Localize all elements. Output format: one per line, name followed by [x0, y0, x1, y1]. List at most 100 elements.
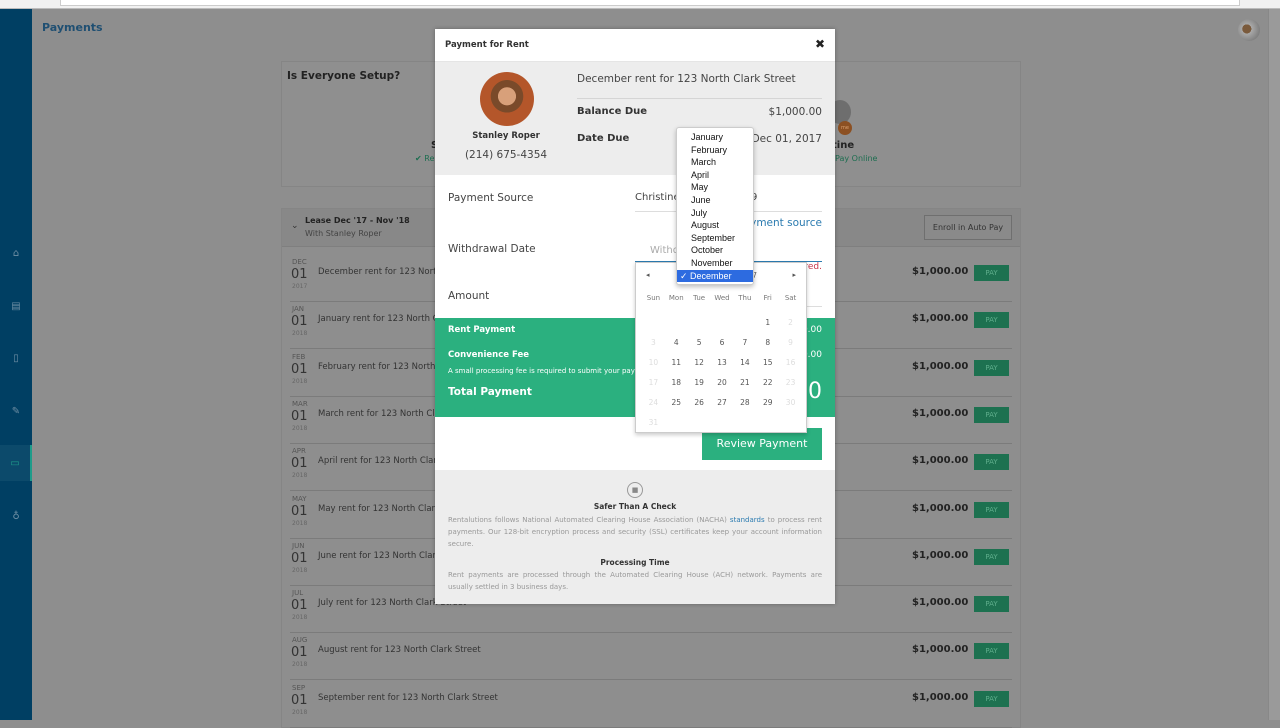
calendar-day[interactable]: 4 — [665, 333, 688, 353]
pay-button[interactable]: PAY — [974, 312, 1009, 329]
day-label: 01 — [291, 503, 308, 519]
calendar-day[interactable]: 20 — [711, 373, 734, 393]
calendar-day[interactable]: 8 — [756, 333, 779, 353]
weekday-header: Fri — [763, 294, 772, 302]
calendar-day[interactable]: 14 — [733, 353, 756, 373]
month-option[interactable]: March — [677, 156, 753, 169]
calendar-day[interactable]: 1 — [756, 313, 779, 333]
landlord-name: Stanley Roper — [472, 131, 540, 141]
month-option-label: March — [691, 157, 717, 168]
payment-row: SEP 01 2018 September rent for 123 North Cl… — [290, 681, 1012, 728]
row-amount: $1,000.00 — [912, 407, 969, 419]
month-option-label: June — [691, 194, 711, 205]
sidebar-item-edit[interactable]: ✎ — [0, 393, 32, 429]
pay-button[interactable]: PAY — [974, 501, 1009, 518]
sidebar-item-payments[interactable]: ▭ — [0, 445, 32, 481]
month-option[interactable]: ✓ December — [677, 269, 753, 283]
calendar-day[interactable]: 25 — [665, 393, 688, 413]
pay-button[interactable]: PAY — [974, 643, 1009, 660]
pay-button[interactable]: PAY — [974, 406, 1009, 423]
calendar-day[interactable]: 6 — [711, 333, 734, 353]
calendar-day[interactable]: 15 — [756, 353, 779, 373]
prev-month-icon[interactable]: ◂ — [646, 271, 650, 279]
row-amount: $1,000.00 — [912, 549, 969, 561]
calendar-day[interactable]: 21 — [733, 373, 756, 393]
pay-button[interactable]: PAY — [974, 454, 1009, 471]
pay-button[interactable]: PAY — [974, 596, 1009, 613]
scrollbar[interactable] — [1268, 9, 1280, 720]
date-due-value: Dec 01, 2017 — [751, 133, 822, 145]
calendar-day[interactable]: 26 — [688, 393, 711, 413]
me-badge: me — [838, 121, 852, 135]
tenant-status: Pay Online — [835, 154, 878, 163]
calendar-day[interactable]: 12 — [688, 353, 711, 373]
document-icon: ▯ — [13, 352, 19, 364]
check-icon: ✓ — [680, 270, 691, 281]
safer-title: Safer Than A Check — [593, 502, 677, 511]
empty-day — [642, 313, 665, 333]
sidebar-item-documents[interactable]: ▯ — [0, 340, 32, 376]
address-bar[interactable] — [60, 0, 1240, 6]
sidebar-item-properties[interactable]: ▤ — [0, 288, 32, 324]
calendar-day: 24 — [648, 398, 659, 407]
calendar-day[interactable]: 7 — [733, 333, 756, 353]
standards-link[interactable]: standards — [730, 516, 765, 524]
empty-day — [688, 313, 711, 333]
month-option[interactable]: April — [677, 169, 753, 182]
payment-info: Stanley Roper (214) 675-4354 December re… — [435, 62, 835, 175]
pay-button[interactable]: PAY — [974, 690, 1009, 707]
pay-button[interactable]: PAY — [974, 548, 1009, 565]
month-option-label: April — [691, 169, 710, 180]
calendar-day[interactable]: 18 — [665, 373, 688, 393]
calendar-day[interactable]: 5 — [688, 333, 711, 353]
lease-subtitle: With Stanley Roper — [305, 229, 382, 238]
calendar-day[interactable]: 11 — [665, 353, 688, 373]
calendar-day[interactable]: 13 — [711, 353, 734, 373]
month-option-label: September — [691, 232, 736, 243]
month-option[interactable]: July — [677, 207, 753, 220]
rent-payment-label: Rent Payment — [448, 325, 516, 335]
row-amount: $1,000.00 — [912, 360, 969, 372]
month-option[interactable]: September — [677, 232, 753, 245]
row-amount: $1,000.00 — [912, 313, 969, 325]
tenant-name: tine — [832, 140, 855, 151]
sidebar-item-ideas[interactable]: ♁ — [0, 498, 32, 534]
enroll-autopay-button[interactable]: Enroll in Auto Pay — [924, 215, 1012, 240]
month-option[interactable]: May — [677, 181, 753, 194]
month-option[interactable]: June — [677, 194, 753, 207]
calendar-day: 17 — [648, 378, 659, 387]
sidebar-item-home[interactable]: ⌂ — [0, 235, 32, 271]
calendar-day: 3 — [651, 338, 656, 347]
next-month-icon[interactable]: ▸ — [792, 271, 796, 279]
chevron-down-icon[interactable]: ⌄ — [291, 221, 299, 231]
page-title: Payments — [42, 21, 103, 34]
calendar-day[interactable]: 22 — [756, 373, 779, 393]
landlord-avatar — [480, 72, 534, 126]
modal-title: Payment for Rent — [445, 40, 529, 50]
month-option[interactable]: October — [677, 244, 753, 257]
calendar-day[interactable]: 27 — [711, 393, 734, 413]
pay-button[interactable]: PAY — [974, 359, 1009, 376]
calendar-day[interactable]: 29 — [756, 393, 779, 413]
calendar-day[interactable]: 28 — [733, 393, 756, 413]
payment-row: AUG 01 2018 August rent for 123 North Clark… — [290, 633, 1012, 681]
month-dropdown[interactable]: January February March April May June July Augu… — [676, 127, 754, 285]
pay-button[interactable]: PAY — [974, 265, 1009, 281]
lock-icon: ■ — [627, 482, 643, 498]
calendar-grid: Sun Mon Tue Wed Thu Fri Sat 1 2 3 4 5 6 7 8 9 10 11 12 13 14… — [642, 291, 802, 433]
lease-title: Lease Dec '17 - Nov '18 — [305, 216, 410, 225]
month-option-label: May — [691, 182, 709, 193]
safer-text-part: Rentalutions follows National Automated … — [448, 516, 730, 524]
weekday-header: Sun — [646, 294, 661, 302]
month-option[interactable]: February — [677, 144, 753, 157]
safer-text: Rentalutions follows National Automated … — [448, 514, 822, 550]
year-label: 2018 — [292, 424, 308, 432]
close-icon[interactable]: ✖ — [815, 37, 825, 51]
month-option-label: August — [691, 220, 720, 231]
month-option[interactable]: August — [677, 219, 753, 232]
month-option[interactable]: November — [677, 257, 753, 270]
calendar-day[interactable]: 19 — [688, 373, 711, 393]
month-option[interactable]: January — [677, 131, 753, 144]
month-option-label: October — [691, 245, 724, 256]
user-avatar[interactable] — [1238, 19, 1260, 41]
